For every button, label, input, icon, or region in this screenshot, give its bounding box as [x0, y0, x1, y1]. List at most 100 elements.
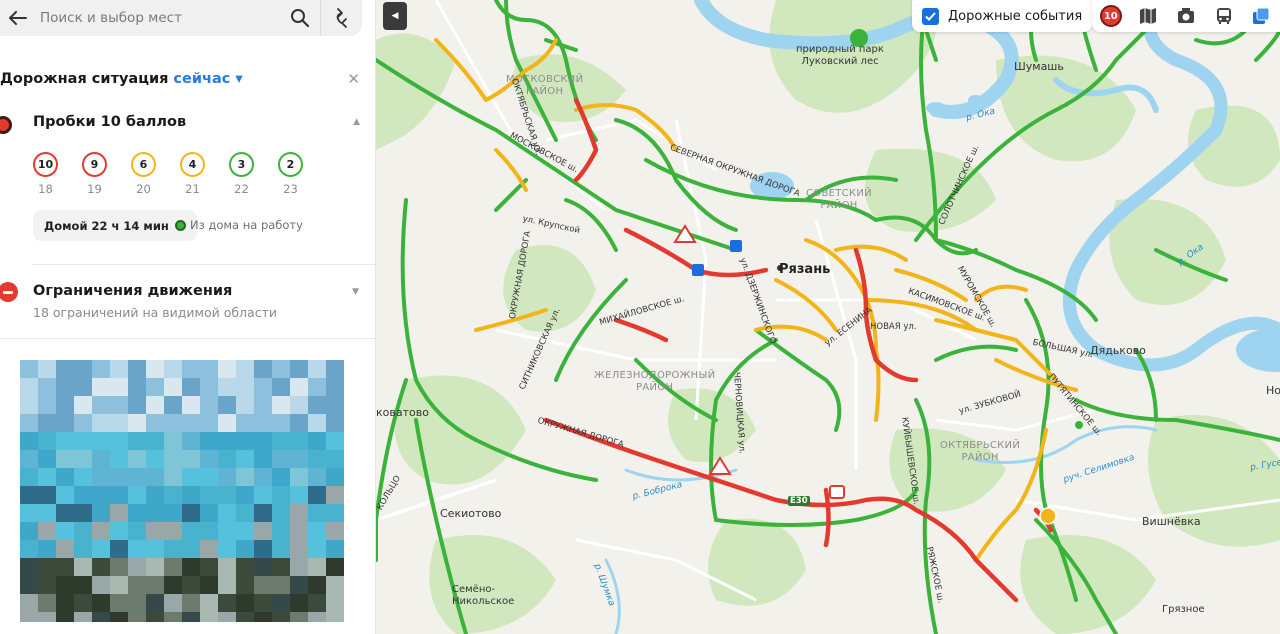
- forecast-item[interactable]: 4 21: [180, 152, 229, 196]
- image-pixel: [254, 558, 272, 576]
- image-pixel: [92, 432, 110, 450]
- transit-icon[interactable]: [1211, 3, 1237, 29]
- image-pixel: [272, 612, 290, 622]
- image-pixel: [38, 360, 56, 378]
- image-pixel: [74, 396, 92, 414]
- forecast-score: 3: [229, 152, 254, 177]
- forecast-item[interactable]: 6 20: [131, 152, 180, 196]
- image-pixel: [308, 540, 326, 558]
- checkbox[interactable]: [922, 7, 939, 25]
- image-pixel: [326, 468, 344, 486]
- image-pixel: [290, 396, 308, 414]
- image-pixel: [146, 378, 164, 396]
- image-pixel: [182, 522, 200, 540]
- image-pixel: [110, 486, 128, 504]
- image-pixel: [218, 522, 236, 540]
- image-pixel: [128, 378, 146, 396]
- image-pixel: [110, 468, 128, 486]
- road-events-toggle[interactable]: Дорожные события: [912, 0, 1093, 32]
- image-pixel: [254, 396, 272, 414]
- image-pixel: [20, 594, 38, 612]
- route-icon[interactable]: [320, 0, 362, 36]
- image-pixel: [272, 450, 290, 468]
- maps-app-icon[interactable]: [1248, 3, 1274, 29]
- search-input[interactable]: Поиск и выбор мест: [36, 10, 280, 26]
- forecast-hour: 20: [136, 182, 151, 196]
- search-bar: Поиск и выбор мест: [0, 0, 362, 36]
- traffic-ok-icon: [174, 220, 186, 231]
- image-pixel: [20, 576, 38, 594]
- image-pixel: [218, 576, 236, 594]
- town-label: коватово: [376, 406, 429, 419]
- restrictions-title[interactable]: Ограничения движения: [33, 283, 232, 299]
- map-layers-icon[interactable]: [1135, 3, 1161, 29]
- image-pixel: [110, 612, 128, 622]
- image-pixel: [146, 612, 164, 622]
- image-pixel: [38, 540, 56, 558]
- image-pixel: [200, 504, 218, 522]
- image-pixel: [182, 612, 200, 622]
- forecast-item[interactable]: 2 23: [278, 152, 327, 196]
- image-pixel: [128, 522, 146, 540]
- advertisement-image[interactable]: [20, 360, 344, 622]
- image-pixel: [308, 414, 326, 432]
- image-pixel: [146, 558, 164, 576]
- forecast-item[interactable]: 9 19: [82, 152, 131, 196]
- image-pixel: [326, 522, 344, 540]
- image-pixel: [254, 378, 272, 396]
- town-label: Шумашь: [1014, 60, 1064, 73]
- image-pixel: [164, 414, 182, 432]
- traffic-level-icon: [0, 116, 12, 134]
- image-pixel: [254, 486, 272, 504]
- traffic-title: Дорожная ситуация: [0, 71, 169, 87]
- time-selector[interactable]: сейчас ▾: [173, 71, 242, 87]
- image-pixel: [200, 468, 218, 486]
- image-pixel: [110, 450, 128, 468]
- image-pixel: [20, 558, 38, 576]
- image-pixel: [74, 378, 92, 396]
- image-pixel: [56, 396, 74, 414]
- image-pixel: [200, 576, 218, 594]
- image-pixel: [38, 432, 56, 450]
- forecast-hour: 21: [185, 182, 200, 196]
- forecast-item[interactable]: 3 22: [229, 152, 278, 196]
- image-pixel: [92, 594, 110, 612]
- route-shield: E30: [790, 496, 808, 506]
- close-icon[interactable]: ✕: [347, 70, 360, 88]
- image-pixel: [290, 594, 308, 612]
- traffic-level-row[interactable]: Пробки 10 баллов ▲: [0, 112, 375, 134]
- back-arrow-icon[interactable]: [0, 0, 36, 36]
- image-pixel: [20, 450, 38, 468]
- traffic-layer-button[interactable]: 10: [1098, 3, 1124, 29]
- image-pixel: [74, 432, 92, 450]
- image-pixel: [236, 594, 254, 612]
- work-route-link[interactable]: Из дома на работу: [190, 218, 303, 232]
- image-pixel: [56, 522, 74, 540]
- image-pixel: [182, 414, 200, 432]
- panorama-icon[interactable]: [1173, 3, 1199, 29]
- image-pixel: [128, 504, 146, 522]
- image-pixel: [218, 378, 236, 396]
- image-pixel: [146, 414, 164, 432]
- image-pixel: [20, 432, 38, 450]
- image-pixel: [308, 612, 326, 622]
- image-pixel: [236, 540, 254, 558]
- image-pixel: [146, 396, 164, 414]
- home-route-chip[interactable]: Домой 22 ч 14 мин: [33, 210, 197, 241]
- map-canvas[interactable]: природный парк Луковский лес МОСКОВСКИЙ РА…: [376, 0, 1280, 634]
- forecast-item[interactable]: 10 18: [33, 152, 82, 196]
- image-pixel: [182, 360, 200, 378]
- image-pixel: [56, 612, 74, 622]
- search-icon[interactable]: [280, 0, 320, 36]
- chevron-down-icon[interactable]: ▼: [352, 287, 359, 297]
- image-pixel: [56, 558, 74, 576]
- image-pixel: [272, 360, 290, 378]
- image-pixel: [38, 414, 56, 432]
- image-pixel: [290, 576, 308, 594]
- image-pixel: [92, 504, 110, 522]
- collapse-panel-button[interactable]: ◀: [383, 2, 407, 30]
- image-pixel: [110, 594, 128, 612]
- image-pixel: [308, 576, 326, 594]
- chevron-up-icon[interactable]: ▲: [353, 117, 360, 127]
- image-pixel: [74, 576, 92, 594]
